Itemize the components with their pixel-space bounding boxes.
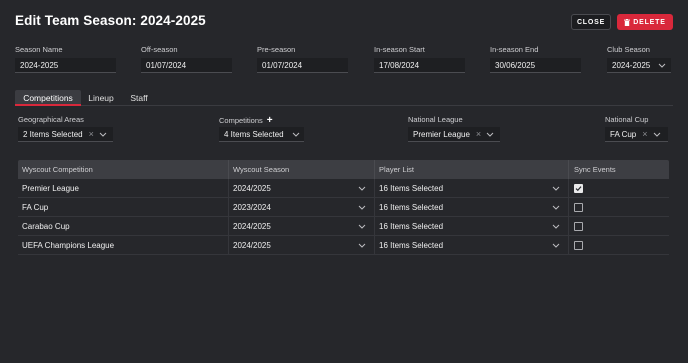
page-title: Edit Team Season: 2024-2025 [15, 13, 206, 28]
season-value: 2024/2025 [233, 221, 271, 231]
chevron-down-icon [358, 205, 366, 210]
table-row: FA Cup 2023/2024 16 Items Selected [18, 198, 669, 217]
pre-season-input[interactable]: 01/07/2024 [257, 58, 348, 73]
national-cup-value: FA Cup [610, 129, 637, 139]
player-list-select[interactable]: 16 Items Selected [375, 236, 569, 254]
chevron-down-icon [552, 205, 560, 210]
season-name-input[interactable]: 2024-2025 [15, 58, 116, 73]
club-season-label: Club Season [607, 45, 650, 54]
clear-icon[interactable]: × [89, 129, 94, 139]
header-player-list: Player List [375, 160, 569, 179]
sync-cell [569, 179, 669, 197]
competition-cell: Premier League [18, 179, 229, 197]
close-button[interactable]: CLOSE [571, 14, 611, 30]
sync-cell [569, 236, 669, 254]
in-season-end-input[interactable]: 30/06/2025 [490, 58, 581, 73]
sync-events-checkbox[interactable] [574, 183, 583, 193]
header-wyscout-competition: Wyscout Competition [18, 160, 229, 179]
clear-icon[interactable]: × [642, 129, 647, 139]
in-season-start-label: In-season Start [374, 45, 425, 54]
chevron-down-icon [99, 132, 107, 137]
header-wyscout-season: Wyscout Season [229, 160, 375, 179]
sync-events-checkbox[interactable] [574, 221, 583, 231]
competitions-label: Competitions [219, 116, 263, 125]
national-cup-label: National Cup [605, 115, 649, 124]
competition-cell: FA Cup [18, 198, 229, 216]
competition-cell: Carabao Cup [18, 217, 229, 235]
national-cup-select[interactable]: FA Cup × [605, 127, 668, 142]
in-season-start-input[interactable]: 17/08/2024 [374, 58, 465, 73]
table-row: UEFA Champions League 2024/2025 16 Items… [18, 236, 669, 255]
competitions-select[interactable]: 4 Items Selected [219, 127, 304, 142]
sync-events-checkbox[interactable] [574, 240, 583, 250]
player-list-value: 16 Items Selected [379, 240, 444, 250]
delete-label: DELETE [633, 18, 666, 26]
season-value: 2024/2025 [233, 183, 271, 193]
chevron-down-icon [486, 132, 494, 137]
off-season-label: Off-season [141, 45, 178, 54]
geographical-areas-label: Geographical Areas [18, 115, 84, 124]
tab-staff[interactable]: Staff [127, 90, 151, 106]
player-list-select[interactable]: 16 Items Selected [375, 198, 569, 216]
trash-icon [624, 18, 631, 26]
chevron-down-icon [358, 186, 366, 191]
header-sync-events: Sync Events [574, 165, 616, 174]
national-league-select[interactable]: Premier League × [408, 127, 500, 142]
club-season-select[interactable]: 2024-2025 [607, 58, 671, 73]
competition-cell: UEFA Champions League [18, 236, 229, 254]
club-season-value: 2024-2025 [612, 60, 651, 70]
chevron-down-icon [552, 243, 560, 248]
competitions-table: Wyscout Competition Wyscout Season Playe… [18, 160, 669, 255]
geographical-areas-select[interactable]: 2 Items Selected × [18, 127, 113, 142]
tab-lineup[interactable]: Lineup [86, 90, 116, 106]
off-season-input[interactable]: 01/07/2024 [141, 58, 232, 73]
sync-events-checkbox[interactable] [574, 202, 583, 212]
season-select[interactable]: 2024/2025 [229, 179, 375, 197]
chevron-down-icon [358, 243, 366, 248]
player-list-value: 16 Items Selected [379, 183, 444, 193]
season-select[interactable]: 2023/2024 [229, 198, 375, 216]
season-select[interactable]: 2024/2025 [229, 217, 375, 235]
chevron-down-icon [658, 63, 666, 68]
table-row: Premier League 2024/2025 16 Items Select… [18, 179, 669, 198]
season-select[interactable]: 2024/2025 [229, 236, 375, 254]
player-list-select[interactable]: 16 Items Selected [375, 217, 569, 235]
season-value: 2023/2024 [233, 202, 271, 212]
in-season-end-label: In-season End [490, 45, 539, 54]
pre-season-label: Pre-season [257, 45, 296, 54]
geographical-areas-value: 2 Items Selected [23, 129, 83, 139]
competitions-value: 4 Items Selected [224, 129, 284, 139]
table-row: Carabao Cup 2024/2025 16 Items Selected [18, 217, 669, 236]
sync-cell [569, 198, 669, 216]
competitions-label-wrap: Competitions + [219, 115, 273, 126]
player-list-select[interactable]: 16 Items Selected [375, 179, 569, 197]
sync-cell [569, 217, 669, 235]
tab-bar: Competitions Lineup Staff [15, 90, 673, 106]
plus-icon[interactable]: + [267, 115, 273, 126]
national-league-label: National League [408, 115, 463, 124]
clear-icon[interactable]: × [476, 129, 481, 139]
season-name-label: Season Name [15, 45, 63, 54]
national-league-value: Premier League [413, 129, 470, 139]
table-header: Wyscout Competition Wyscout Season Playe… [18, 160, 669, 179]
chevron-down-icon [292, 132, 299, 137]
chevron-down-icon [552, 224, 560, 229]
chevron-down-icon [653, 132, 660, 137]
season-value: 2024/2025 [233, 240, 271, 250]
chevron-down-icon [358, 224, 366, 229]
player-list-value: 16 Items Selected [379, 221, 444, 231]
chevron-down-icon [552, 186, 560, 191]
delete-button[interactable]: DELETE [617, 14, 673, 30]
check-icon [575, 185, 582, 191]
tab-competitions[interactable]: Competitions [15, 90, 81, 106]
player-list-value: 16 Items Selected [379, 202, 444, 212]
